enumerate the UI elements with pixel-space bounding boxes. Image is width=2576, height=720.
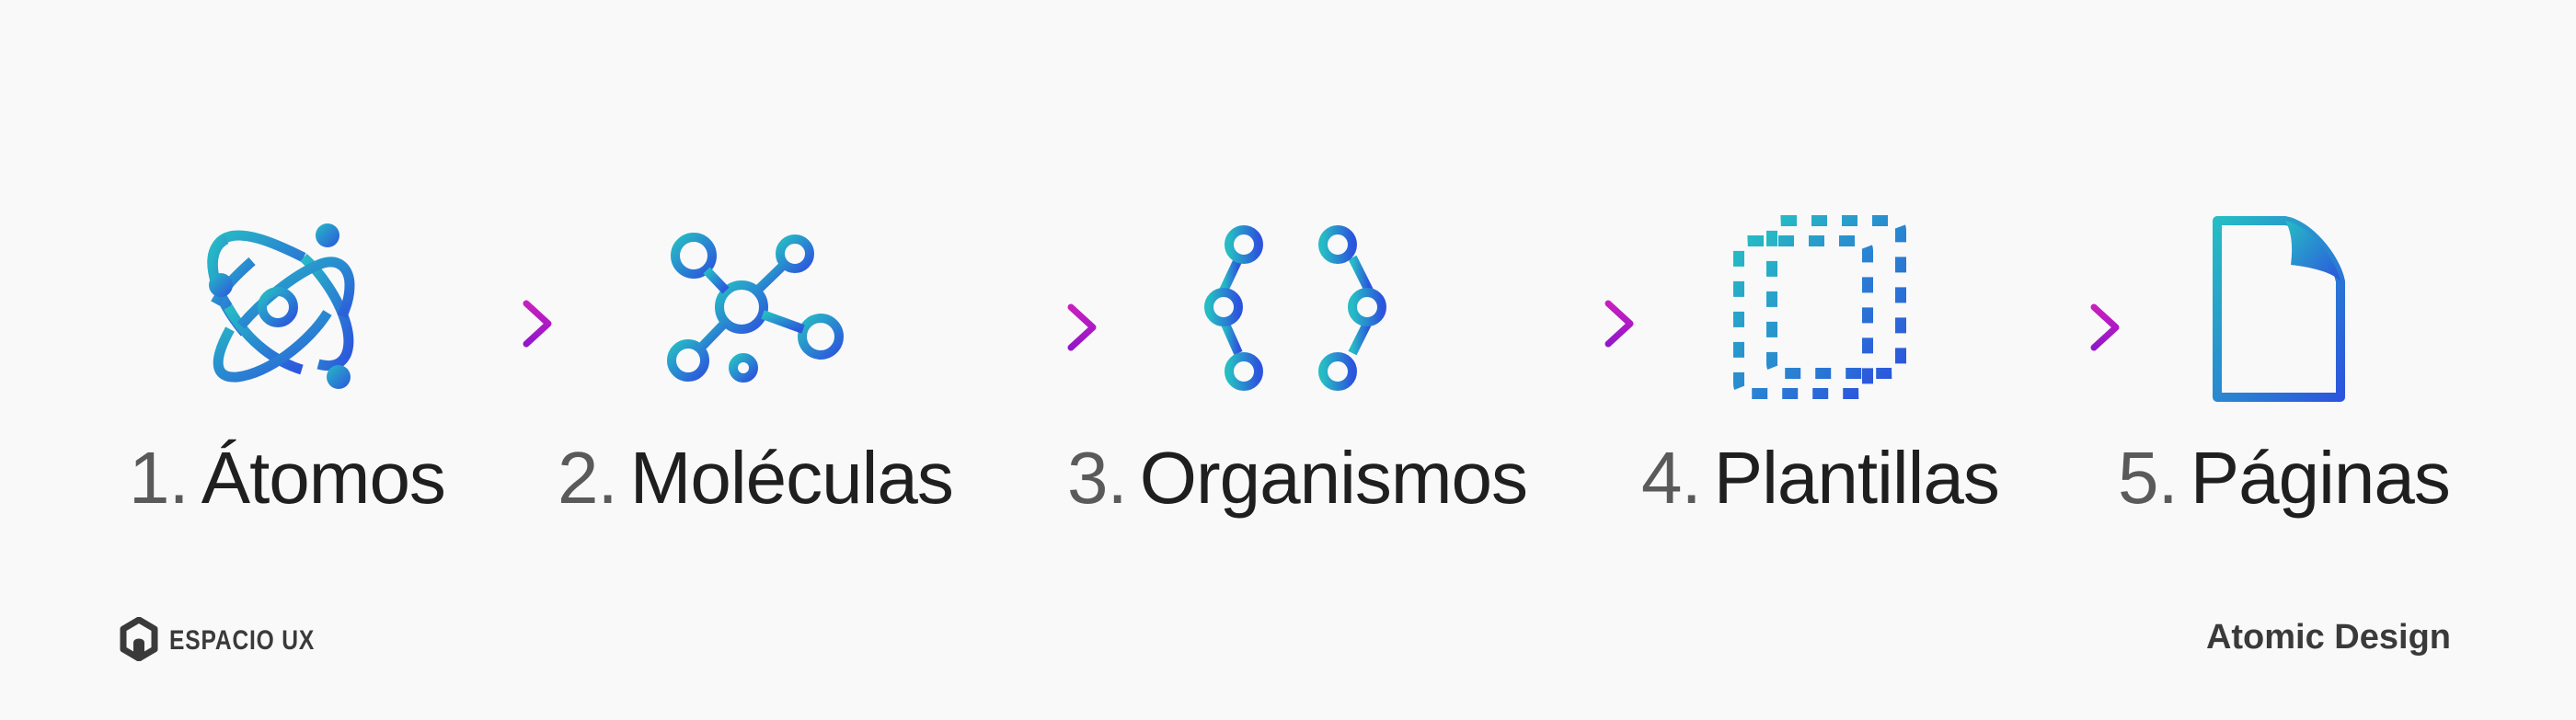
stage-name: Páginas	[2190, 437, 2451, 519]
stage-label-molecules: 2. Moléculas	[558, 432, 954, 524]
arrow-right-icon	[440, 300, 554, 348]
arrow-right-icon	[984, 303, 1098, 351]
molecule-icon	[666, 232, 844, 388]
diagram-title: Atomic Design	[2205, 618, 2451, 657]
arrow-right-icon	[2007, 303, 2122, 351]
template-dashed-pages-icon	[1733, 215, 1908, 399]
brand-name: ESPACIO UX	[169, 625, 316, 656]
stage-name: Átomos	[201, 437, 446, 519]
stage-label-templates: 4. Plantillas	[1641, 432, 2000, 524]
arrow-right-icon	[1522, 300, 1636, 348]
brand-logo: ESPACIO UX	[120, 616, 347, 666]
organism-hexagon-icon	[1204, 224, 1391, 391]
stage-name: Moléculas	[629, 437, 954, 519]
stage-name: Organismos	[1139, 437, 1528, 519]
stage-number: 3.	[1067, 437, 1128, 519]
stage-number: 5.	[2118, 437, 2179, 519]
atom-icon	[204, 223, 362, 390]
stage-label-atoms: 1. Átomos	[129, 432, 446, 524]
hexagon-logo-icon	[120, 616, 158, 665]
stage-label-organisms: 3. Organismos	[1067, 432, 1528, 524]
stage-number: 2.	[558, 437, 618, 519]
stage-number: 1.	[129, 437, 190, 519]
stage-label-pages: 5. Páginas	[2118, 432, 2451, 524]
page-document-icon	[2208, 216, 2346, 406]
stage-number: 4.	[1641, 437, 1702, 519]
stage-name: Plantillas	[1713, 437, 2000, 519]
